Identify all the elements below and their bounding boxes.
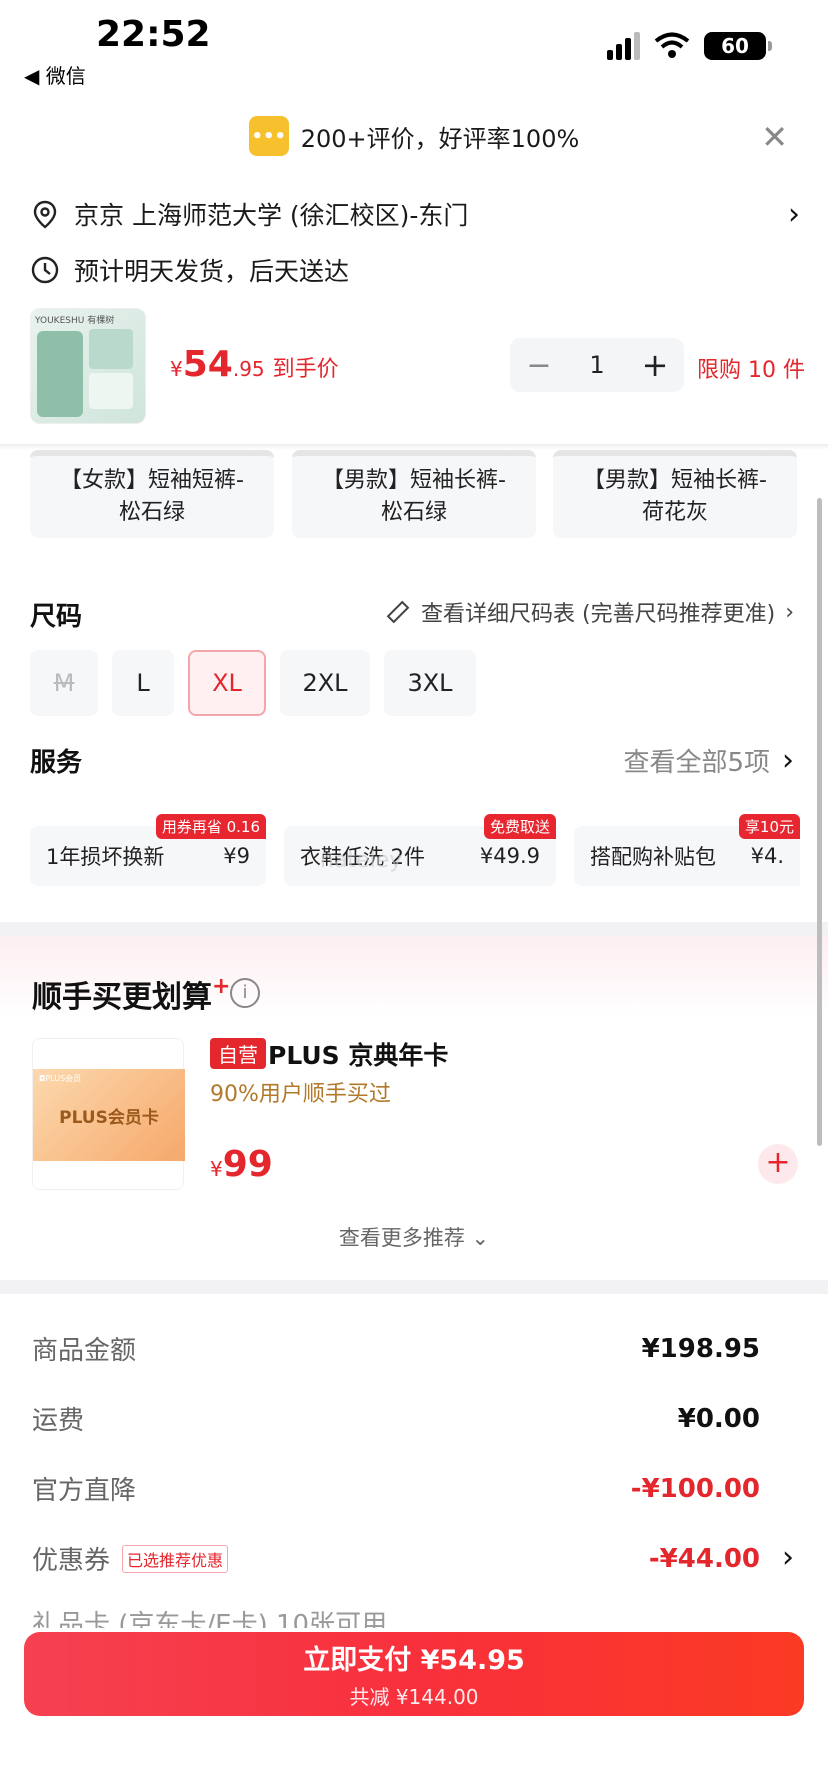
size-title: 尺码 bbox=[30, 602, 83, 632]
coupon-tag: 已选推荐优惠 bbox=[122, 1544, 229, 1573]
purchase-limit: 限购 10 件 bbox=[697, 358, 805, 383]
wifi-icon bbox=[654, 32, 690, 58]
ruler-icon bbox=[386, 600, 410, 624]
gift-card-row[interactable]: 礼品卡 (京东卡/E卡) 10张可用 bbox=[32, 1604, 792, 1628]
service-badge: 用券再省 0.16 bbox=[155, 814, 266, 839]
plus-logo: ◘PLUS会员 bbox=[39, 1074, 82, 1083]
product-thumbnail[interactable]: YOUKESHU 有棵树 bbox=[30, 308, 146, 424]
decrease-button[interactable]: − bbox=[510, 348, 568, 383]
increase-button[interactable]: + bbox=[626, 346, 684, 384]
delivery-row: 预计明天发货，后天送达 bbox=[30, 252, 800, 288]
coupon-row[interactable]: 优惠券 已选推荐优惠 -¥44.00 bbox=[32, 1540, 760, 1577]
scrollbar[interactable] bbox=[817, 498, 822, 1146]
final-price: ¥54.95 到手价 bbox=[170, 344, 339, 385]
watermark: nateley bbox=[320, 848, 403, 873]
chevron-right-icon[interactable]: › bbox=[782, 1540, 794, 1575]
close-icon[interactable]: ✕ bbox=[761, 118, 788, 156]
plus-product-name[interactable]: PLUS 京典年卡 bbox=[268, 1036, 448, 1072]
status-icons: 60 bbox=[607, 32, 772, 60]
location-pin-icon bbox=[33, 200, 57, 229]
service-badge: 免费取送 bbox=[483, 814, 556, 839]
self-operated-badge: 自营 bbox=[210, 1038, 266, 1069]
chevron-right-icon: › bbox=[788, 196, 800, 232]
section-separator bbox=[0, 1280, 828, 1294]
message-icon: ••• bbox=[248, 116, 289, 156]
chevron-right-icon: › bbox=[782, 743, 794, 778]
shipping-row: 运费 ¥0.00 bbox=[32, 1403, 760, 1437]
quantity-stepper[interactable]: − 1 + bbox=[510, 338, 684, 392]
size-option-xl[interactable]: XL bbox=[188, 650, 266, 716]
cellular-signal-icon bbox=[607, 32, 640, 60]
plus-card-image[interactable]: PLUS会员卡 ◘PLUS会员 bbox=[32, 1038, 185, 1190]
review-text: 200+评价，好评率100% bbox=[300, 124, 580, 153]
service-title: 服务 bbox=[30, 748, 83, 778]
size-option-l[interactable]: L bbox=[112, 650, 174, 716]
color-option[interactable]: 【女款】短袖短裤- 松石绿 bbox=[30, 450, 274, 538]
product-brand: YOUKESHU 有棵树 bbox=[35, 316, 115, 326]
back-to-wechat[interactable]: ◀ 微信 bbox=[24, 60, 86, 89]
delivery-text: 预计明天发货，后天送达 bbox=[74, 257, 350, 286]
pay-now-button[interactable]: 立即支付 ¥54.95 共减 ¥144.00 bbox=[24, 1632, 804, 1716]
plus-price: ¥99 bbox=[210, 1144, 273, 1185]
service-view-all[interactable]: 查看全部5项 › bbox=[623, 742, 794, 779]
plus-subtitle: 90%用户顺手买过 bbox=[210, 1082, 391, 1107]
clock-icon bbox=[31, 256, 59, 284]
address-text: 京京 上海师范大学 (徐汇校区)-东门 bbox=[74, 201, 469, 230]
size-option-2xl[interactable]: 2XL bbox=[280, 650, 370, 716]
quantity-value[interactable]: 1 bbox=[568, 351, 626, 379]
size-option-m[interactable]: M bbox=[30, 650, 98, 716]
chevron-right-icon: › bbox=[785, 599, 794, 625]
address-row[interactable]: 京京 上海师范大学 (徐汇校区)-东门 › bbox=[30, 196, 800, 232]
service-badge: 享10元 bbox=[738, 814, 800, 839]
info-icon[interactable]: i bbox=[230, 978, 260, 1008]
goods-amount-row: 商品金额 ¥198.95 bbox=[32, 1333, 760, 1367]
buy-together-title: 顺手买更划算+ bbox=[32, 974, 231, 1015]
service-card[interactable]: 1年损坏换新 ¥9 用券再省 0.16 bbox=[30, 814, 266, 886]
service-card[interactable]: 搭配购补贴包 ¥4. 享10元 bbox=[574, 814, 800, 886]
battery-icon: 60 bbox=[704, 32, 772, 60]
color-option[interactable]: 【男款】短袖长裤- 荷花灰 bbox=[553, 450, 797, 538]
official-discount-row: 官方直降 -¥100.00 bbox=[32, 1473, 760, 1507]
size-chart-link[interactable]: 查看详细尺码表 (完善尺码推荐更准) › bbox=[385, 596, 794, 628]
size-option-3xl[interactable]: 3XL bbox=[384, 650, 476, 716]
section-separator bbox=[0, 922, 828, 936]
add-plus-button[interactable]: + bbox=[758, 1144, 798, 1184]
view-more-recommendations[interactable]: 查看更多推荐 ⌄ bbox=[0, 1222, 828, 1252]
status-time: 22:52 bbox=[96, 14, 211, 55]
color-option[interactable]: 【男款】短袖长裤- 松石绿 bbox=[292, 450, 536, 538]
review-banner[interactable]: ••• 200+评价，好评率100% bbox=[0, 108, 828, 164]
